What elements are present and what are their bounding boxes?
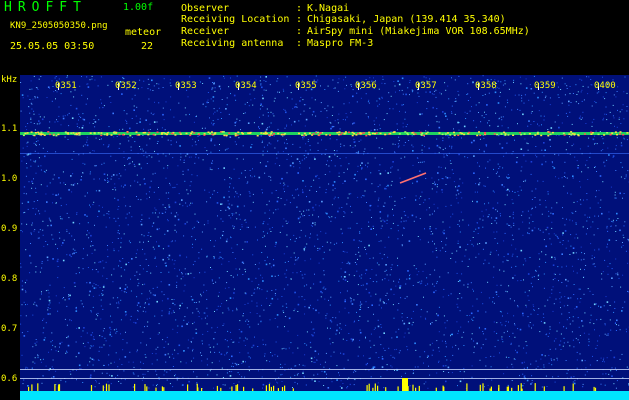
version-label: 1.00f [123,2,154,13]
spectrogram [20,75,629,400]
filename-label: KN9_2505050350.png [10,21,108,31]
y-tick-label: 0.7 [1,324,18,334]
receiver-label: Receiver [181,26,230,37]
y-tick-label: 0.8 [1,274,18,284]
app-title: HROFFT [4,0,87,15]
y-tick-label: 0.6 [1,374,18,384]
reference-line-upper [20,369,629,370]
y-tick-label: 1.1 [1,124,18,134]
x-tick-label: 0358 [475,81,497,91]
meteor-label: meteor [125,27,162,38]
x-tick-label: 0354 [235,81,257,91]
baseline-bar [20,391,629,400]
y-tick-label: 0.9 [1,224,18,234]
spectrogram-canvas [20,75,629,400]
faint-carrier-line [20,153,629,154]
y-tick-label: 1.0 [1,174,18,184]
x-tick-label: 0359 [534,81,556,91]
x-tick-label: 0355 [295,81,317,91]
header-panel: HROFFT 1.00f KN9_2505050350.png 25.05.05… [0,0,629,75]
observer-value: K.Nagai [307,3,350,14]
reference-line-lower [20,378,629,379]
y-axis-unit: kHz [1,75,18,85]
location-label: Receiving Location [181,14,290,25]
location-value: Chigasaki, Japan (139.414 35.340) [307,14,506,25]
x-tick-label: 0400 [594,81,616,91]
spectrogram-noise [20,75,629,389]
location-separator: : [296,14,303,25]
antenna-label: Receiving antenna [181,38,284,49]
antenna-value: Maspro FM-3 [307,38,374,49]
antenna-separator: : [296,38,303,49]
meteor-count: 22 [141,41,154,52]
observer-label: Observer [181,3,230,14]
x-tick-label: 0357 [415,81,437,91]
x-tick-label: 0356 [355,81,377,91]
observer-separator: : [296,3,303,14]
x-tick-label: 0351 [55,81,77,91]
x-tick-label: 0353 [175,81,197,91]
x-tick-label: 0352 [115,81,137,91]
receiver-separator: : [296,26,303,37]
receiver-value: AirSpy mini (Miakejima VOR 108.65MHz) [307,26,530,37]
meteor-trace [399,172,427,184]
datetime-label: 25.05.05 03:50 [10,41,95,52]
baseline-peak [402,378,408,391]
